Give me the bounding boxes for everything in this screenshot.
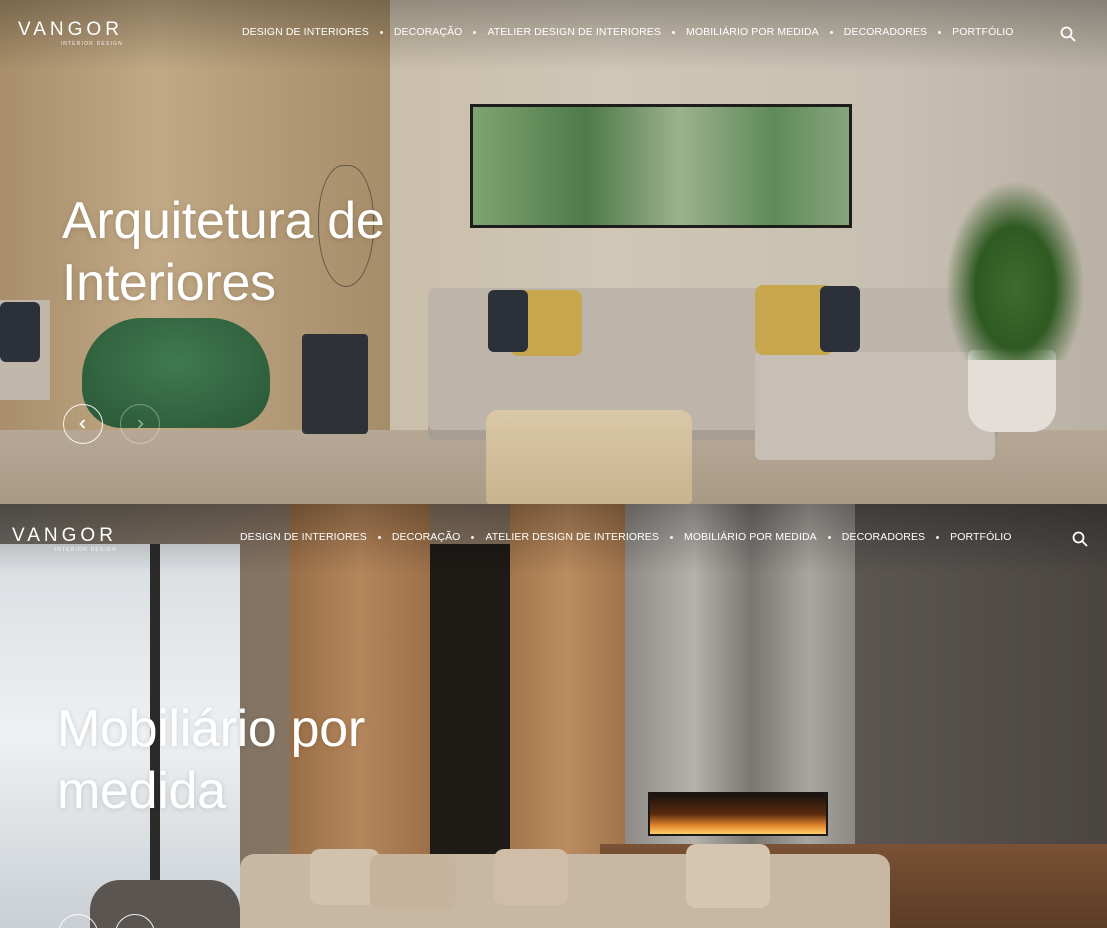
prev-slide-button[interactable]: [63, 404, 103, 444]
chevron-right-icon: [137, 419, 144, 429]
nav-separator: [377, 535, 381, 539]
main-navigation: VANGOR INTERIOR DESIGN DESIGN DE INTERIO…: [0, 504, 1107, 568]
brand-tagline: INTERIOR DESIGN: [60, 41, 123, 47]
next-slide-button[interactable]: [120, 404, 160, 444]
brand-name: VANGOR: [18, 19, 123, 40]
nav-separator: [827, 535, 831, 539]
nav-separator: [829, 30, 833, 34]
slide-title-line: Arquitetura de: [62, 192, 385, 250]
brand-tagline: INTERIOR DESIGN: [54, 547, 117, 553]
slide-title-line: Interiores: [62, 254, 276, 312]
hero-slide-interiores: VANGOR INTERIOR DESIGN DESIGN DE INTERIO…: [0, 0, 1107, 504]
main-navigation: VANGOR INTERIOR DESIGN DESIGN DE INTERIO…: [0, 0, 1107, 64]
fireplace: [648, 792, 828, 836]
nav-separator: [936, 535, 940, 539]
cushion-dark: [488, 290, 528, 352]
nav-separator: [938, 30, 942, 34]
hero-slide-mobiliario: VANGOR INTERIOR DESIGN DESIGN DE INTERIO…: [0, 504, 1107, 928]
cushion-dark: [820, 286, 860, 352]
shelving: [430, 544, 510, 884]
nav-item-mobiliario[interactable]: MOBILIÁRIO POR MEDIDA: [684, 531, 817, 543]
cushion: [370, 854, 456, 910]
brand-name: VANGOR: [12, 525, 117, 546]
slide-title: Mobiliário por medida: [57, 698, 365, 822]
cushion-dark: [0, 302, 40, 362]
nav-item-decoracao[interactable]: DECORAÇÃO: [392, 531, 461, 543]
nav-item-decoradores[interactable]: DECORADORES: [844, 26, 927, 38]
brand-logo[interactable]: VANGOR INTERIOR DESIGN: [12, 526, 117, 553]
plant-leaves: [945, 180, 1085, 360]
search-icon[interactable]: [1072, 531, 1088, 547]
cushion: [686, 844, 770, 908]
nav-separator: [672, 30, 675, 34]
cushion: [494, 849, 568, 905]
chevron-left-icon: [79, 419, 86, 429]
nav-item-atelier[interactable]: ATELIER DESIGN DE INTERIORES: [487, 26, 661, 38]
sofa-chaise: [755, 352, 995, 460]
coffee-table: [486, 410, 692, 504]
search-icon[interactable]: [1060, 26, 1076, 42]
side-table: [302, 334, 368, 434]
nav-item-mobiliario[interactable]: MOBILIÁRIO POR MEDIDA: [686, 26, 819, 38]
nav-menu: DESIGN DE INTERIORES DECORAÇÃO ATELIER D…: [242, 26, 1014, 38]
nav-item-design-de-interiores[interactable]: DESIGN DE INTERIORES: [242, 26, 369, 38]
armchair-green: [82, 318, 270, 428]
nav-item-decoradores[interactable]: DECORADORES: [842, 531, 925, 543]
wall-painting: [470, 104, 852, 228]
slide-title-line: medida: [57, 762, 226, 820]
nav-separator: [670, 535, 673, 539]
nav-item-portfolio[interactable]: PORTFÓLIO: [950, 531, 1011, 543]
nav-menu: DESIGN DE INTERIORES DECORAÇÃO ATELIER D…: [240, 531, 1012, 543]
slide-title-line: Mobiliário por: [57, 700, 365, 758]
brand-logo[interactable]: VANGOR INTERIOR DESIGN: [18, 20, 123, 47]
nav-item-portfolio[interactable]: PORTFÓLIO: [952, 26, 1013, 38]
nav-item-atelier[interactable]: ATELIER DESIGN DE INTERIORES: [485, 531, 659, 543]
nav-item-decoracao[interactable]: DECORAÇÃO: [394, 26, 463, 38]
nav-separator: [379, 30, 383, 34]
nav-separator: [471, 535, 475, 539]
nav-item-design-de-interiores[interactable]: DESIGN DE INTERIORES: [240, 531, 367, 543]
armchair: [90, 880, 240, 928]
plant-pot: [968, 350, 1056, 432]
nav-separator: [473, 30, 477, 34]
slide-title: Arquitetura de Interiores: [62, 190, 385, 314]
